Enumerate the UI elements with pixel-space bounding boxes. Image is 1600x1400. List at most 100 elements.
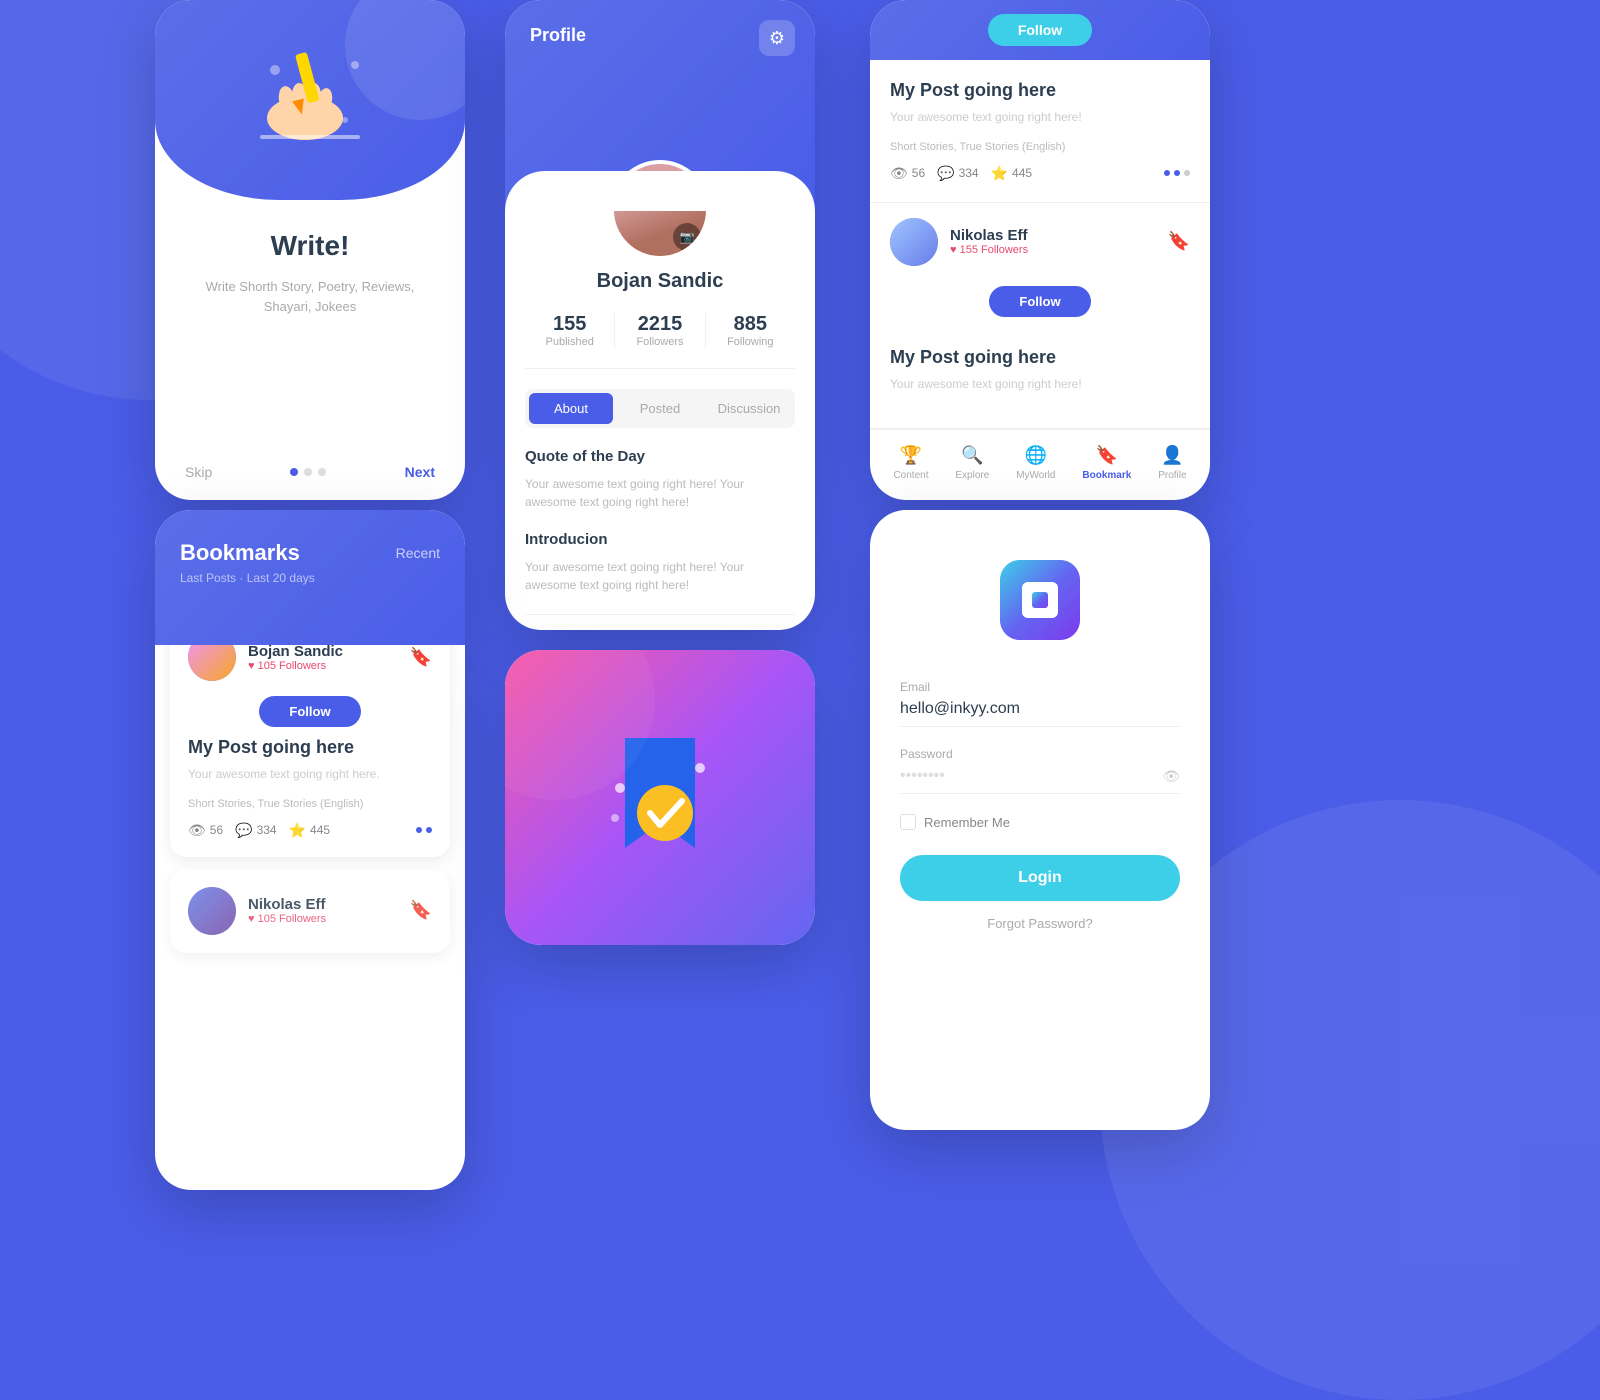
bm-save-icon-1[interactable]: 🔖 <box>410 647 432 668</box>
password-label: Password <box>900 747 1180 761</box>
comments-count: 334 <box>959 166 979 180</box>
bookmarks-cards: Bojan Sandic 105 Followers 🔖 Follow My P… <box>155 615 465 985</box>
bookmark-save-icon[interactable]: 🔖 <box>1168 231 1190 252</box>
post-tags-1: Short Stories, True Stories (English) <box>890 141 1190 153</box>
dot-b <box>1174 170 1180 176</box>
tab-posted[interactable]: Posted <box>618 393 702 424</box>
bm-user-followers-2: 105 Followers <box>248 913 398 925</box>
write-screen: Write! Write Shorth Story, Poetry, Revie… <box>155 0 465 500</box>
skip-button[interactable]: Skip <box>185 464 212 480</box>
content-icon-2: 🏆 <box>900 445 922 466</box>
bm-likes-count: 445 <box>310 823 330 837</box>
intro-title: Introducion <box>525 531 795 548</box>
bookmarks-title-row: Bookmarks Recent <box>180 540 440 566</box>
bookmarks-screen: Bookmarks Recent Last Posts · Last 20 da… <box>155 510 465 1190</box>
bm-save-icon-2[interactable]: 🔖 <box>410 900 432 921</box>
bm-likes: ⭐ 445 <box>289 822 330 839</box>
bm-comments: 💬 334 <box>235 822 276 839</box>
settings-icon[interactable]: ⚙ <box>759 20 795 56</box>
profile-stats: 155 Published 2215 Followers 885 Followi… <box>525 313 795 369</box>
camera-icon[interactable]: 📷 <box>673 223 701 251</box>
email-field: Email hello@inkyy.com <box>900 680 1180 727</box>
meta-more-dots[interactable] <box>1164 170 1190 176</box>
profile-icon-2: 👤 <box>1161 445 1183 466</box>
follow-button-user[interactable]: Follow <box>989 286 1090 317</box>
nav-myworld-2[interactable]: 🌐 MyWorld <box>1016 445 1055 481</box>
follow-button-top[interactable]: Follow <box>988 14 1092 46</box>
stat-published-label: Published <box>525 336 614 348</box>
post-body-1: Your awesome text going right here! <box>890 109 1190 126</box>
profile-nav: 🏆 Content 🔍 Explore 🌐 MyWorld 🔖 Bookmark… <box>525 614 795 630</box>
logo-svg <box>1000 560 1080 640</box>
nav-bookmark-2[interactable]: 🔖 Bookmark <box>1082 445 1131 481</box>
profile-body: Bojan Sandic 155 Published 2215 Follower… <box>505 210 815 630</box>
stat-followers: 2215 Followers <box>615 313 705 348</box>
likes-count: 445 <box>1012 166 1032 180</box>
post-body-2: Your awesome text going right here! <box>890 376 1190 393</box>
tab-about[interactable]: About <box>529 393 613 424</box>
stat-following: 885 Following <box>706 313 795 348</box>
likes-meta: ⭐ 445 <box>991 165 1032 182</box>
bm-more-dots[interactable] <box>416 827 432 833</box>
bm-user-name-1: Bojan Sandic <box>248 643 398 660</box>
email-value[interactable]: hello@inkyy.com <box>900 700 1180 727</box>
write-content: Write! Write Shorth Story, Poetry, Revie… <box>155 200 465 336</box>
dot-c <box>1184 170 1190 176</box>
bookmark-card-2: Nikolas Eff 105 Followers 🔖 <box>170 869 450 953</box>
write-subtitle: Write Shorth Story, Poetry, Reviews, Sha… <box>185 277 435 316</box>
bookmarks-header: Bookmarks Recent Last Posts · Last 20 da… <box>155 510 465 645</box>
dot-1 <box>290 468 298 476</box>
bm-post-tags-1: Short Stories, True Stories (English) <box>188 798 432 810</box>
nav-explore-2[interactable]: 🔍 Explore <box>955 445 989 481</box>
views-meta: 👁 56 <box>890 165 925 182</box>
remember-checkbox[interactable] <box>900 814 916 830</box>
post-title-2: My Post going here <box>890 347 1190 368</box>
stat-published: 155 Published <box>525 313 615 348</box>
nav-content-2[interactable]: 🏆 Content <box>893 445 928 481</box>
bookmark-check-illustration <box>600 728 720 868</box>
nav-profile-label-2: Profile <box>1158 470 1186 481</box>
app-logo <box>1000 560 1080 640</box>
post-nav-bar: 🏆 Content 🔍 Explore 🌐 MyWorld 🔖 Bookmark… <box>870 429 1210 496</box>
login-button[interactable]: Login <box>900 855 1180 901</box>
bm-avatar-2 <box>188 887 236 935</box>
nav-profile-2[interactable]: 👤 Profile <box>1158 445 1186 481</box>
password-value[interactable]: •••••••• 👁 <box>900 767 1180 794</box>
dot-3 <box>318 468 326 476</box>
profile-header: Profile ⚙ 📷 <box>505 0 815 210</box>
profile-screen: Profile ⚙ 📷 Bojan Sandic 155 Published 2… <box>505 0 815 630</box>
bm-post-meta-1: 👁 56 💬 334 ⭐ 445 <box>188 822 432 839</box>
dot-2 <box>304 468 312 476</box>
nav-bookmark-label-2: Bookmark <box>1082 470 1131 481</box>
bm-follow-btn-1[interactable]: Follow <box>259 696 360 727</box>
stat-followers-num: 2215 <box>615 313 704 336</box>
bm-comments-count: 334 <box>257 823 277 837</box>
stat-followers-label: Followers <box>615 336 704 348</box>
password-field: Password •••••••• 👁 <box>900 747 1180 794</box>
email-text: hello@inkyy.com <box>900 700 1020 718</box>
bookmarks-recent[interactable]: Recent <box>396 545 440 561</box>
remember-row: Remember Me <box>900 814 1180 830</box>
next-button[interactable]: Next <box>405 464 435 480</box>
myworld-icon-2: 🌐 <box>1025 445 1047 466</box>
user-name: Nikolas Eff <box>950 227 1156 244</box>
user-avatar-sm <box>890 218 938 266</box>
tab-discussion[interactable]: Discussion <box>707 393 791 424</box>
bm-post-title-1: My Post going here <box>188 737 432 758</box>
forgot-password-link[interactable]: Forgot Password? <box>900 916 1180 931</box>
bm-comment-icon: 💬 <box>235 822 252 839</box>
email-label: Email <box>900 680 1180 694</box>
write-title: Write! <box>185 230 435 262</box>
write-illustration-bg <box>155 0 465 200</box>
bm-dot-a <box>416 827 422 833</box>
bm-post-body-1: Your awesome text going right here. <box>188 766 432 783</box>
eye-icon: 👁 <box>890 165 908 182</box>
quote-text: Your awesome text going right here! Your… <box>525 475 795 511</box>
bookmarks-title: Bookmarks <box>180 540 300 566</box>
user-info: Nikolas Eff 155 Followers <box>950 227 1156 256</box>
eye-toggle-icon[interactable]: 👁 <box>1162 768 1180 785</box>
dot-a <box>1164 170 1170 176</box>
bookmark-feature-bg <box>505 650 815 945</box>
profile-tabs: About Posted Discussion <box>525 389 795 428</box>
star-icon: ⭐ <box>991 165 1008 182</box>
